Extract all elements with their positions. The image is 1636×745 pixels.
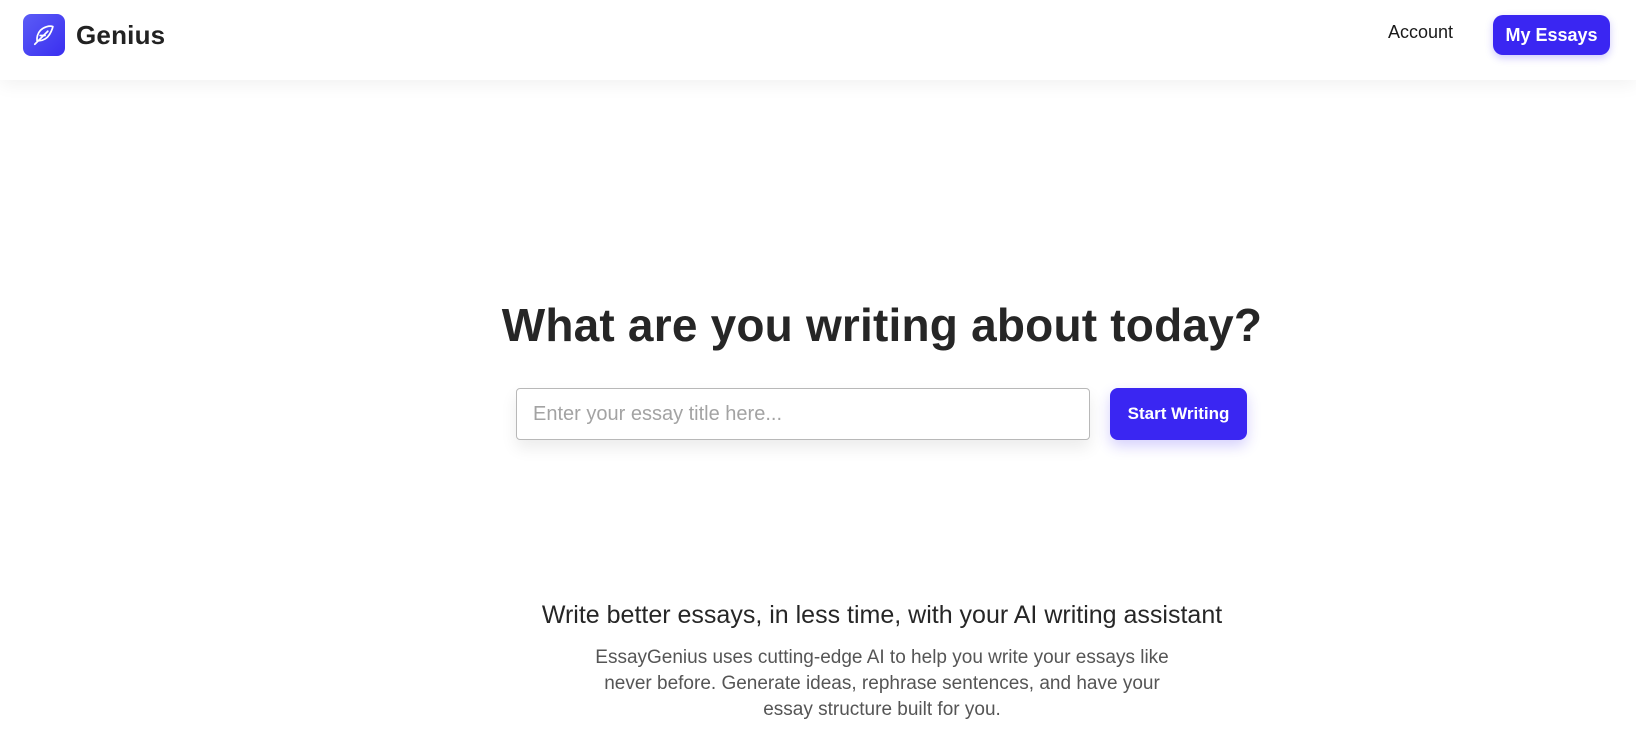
- feather-icon: [33, 25, 54, 46]
- essay-title-input[interactable]: [516, 388, 1090, 440]
- start-writing-button[interactable]: Start Writing: [1110, 388, 1247, 440]
- hero-title: What are you writing about today?: [501, 299, 1263, 351]
- features-heading: Write better essays, in less time, with …: [541, 601, 1223, 629]
- account-link[interactable]: Account: [1388, 22, 1453, 43]
- my-essays-button[interactable]: My Essays: [1493, 15, 1610, 55]
- features-description: EssayGenius uses cutting-edge AI to help…: [595, 647, 1169, 720]
- brand-name: Genius: [76, 19, 166, 50]
- brand[interactable]: Genius: [23, 14, 165, 56]
- top-navbar: Genius Account My Essays: [0, 0, 1636, 80]
- logo[interactable]: [23, 14, 65, 56]
- hero-title-wrap: What are you writing about today?: [0, 298, 1636, 352]
